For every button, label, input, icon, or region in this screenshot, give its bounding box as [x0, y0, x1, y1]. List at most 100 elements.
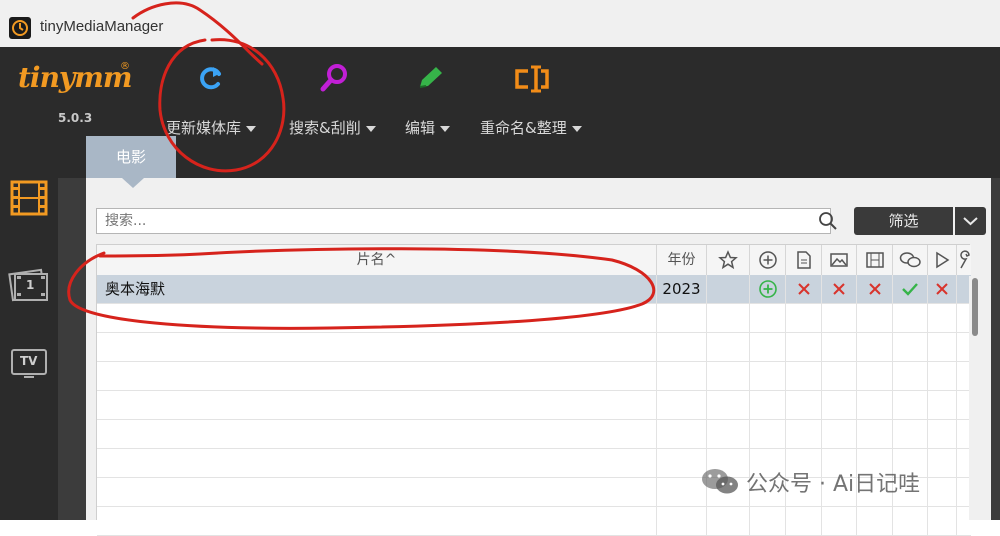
column-subtitles[interactable]	[893, 245, 928, 275]
sidebar-item-movies[interactable]	[8, 178, 50, 218]
cell-flag	[893, 275, 928, 304]
column-rating[interactable]	[707, 245, 750, 275]
column-trailer[interactable]	[857, 245, 893, 275]
cell-empty	[707, 362, 750, 391]
cell-empty	[750, 507, 786, 536]
cell-flag	[707, 275, 750, 304]
cell-empty	[97, 507, 657, 536]
cell-flag	[786, 275, 822, 304]
tinymm-logo: tinymm	[18, 61, 132, 94]
cell-empty	[822, 391, 857, 420]
app-logo-icon	[9, 17, 31, 39]
cell-empty	[657, 391, 707, 420]
rename-organize-button[interactable]: 重命名&整理	[478, 55, 590, 137]
tv-shows-badge: TV	[20, 354, 38, 368]
tab-strip: 电影	[58, 136, 1000, 178]
tab-movies[interactable]: 电影	[86, 136, 176, 178]
cell-empty	[857, 362, 893, 391]
cell-empty	[657, 333, 707, 362]
cell-empty	[97, 449, 657, 478]
chevron-down-icon	[440, 125, 451, 132]
refresh-icon	[200, 67, 221, 90]
content-area: 电影 筛选 片名^ 年份	[58, 136, 1000, 536]
cell-empty	[928, 362, 957, 391]
cell-empty	[928, 304, 957, 333]
search-input[interactable]	[96, 208, 831, 234]
add-circle-icon	[758, 251, 777, 269]
pencil-icon	[419, 67, 442, 88]
cell-empty	[97, 391, 657, 420]
column-year[interactable]: 年份	[657, 245, 707, 275]
table-row[interactable]: 奥本海默 2023	[97, 275, 971, 304]
cell-year: 2023	[657, 275, 707, 304]
search-icon[interactable]	[818, 211, 838, 231]
magnifier-icon	[320, 64, 347, 92]
cell-empty	[893, 507, 928, 536]
cell-empty	[707, 420, 750, 449]
cell-empty	[822, 420, 857, 449]
filter-button[interactable]: 筛选	[854, 207, 953, 235]
cross-icon	[868, 283, 881, 295]
active-tab-indicator	[122, 178, 144, 188]
scrollbar-thumb[interactable]	[972, 278, 978, 336]
cell-empty	[928, 478, 957, 507]
cell-empty	[657, 420, 707, 449]
cell-empty	[97, 362, 657, 391]
cell-empty	[786, 391, 822, 420]
table-row	[97, 391, 971, 420]
table-row	[97, 420, 971, 449]
cell-empty	[750, 362, 786, 391]
rename-icon	[515, 65, 549, 93]
rename-organize-label: 重命名&整理	[480, 119, 567, 137]
cell-empty	[707, 391, 750, 420]
column-nfo[interactable]	[786, 245, 822, 275]
cell-empty	[928, 391, 957, 420]
cell-empty	[857, 391, 893, 420]
cell-empty	[97, 420, 657, 449]
cell-empty	[97, 304, 657, 333]
edit-button[interactable]: 编辑	[402, 55, 458, 137]
edit-label: 编辑	[405, 119, 436, 137]
cell-empty	[786, 304, 822, 333]
sidebar-item-tv-shows[interactable]: TV	[8, 344, 50, 384]
chevron-down-icon	[571, 125, 582, 132]
search-scrape-button[interactable]: 搜索&刮削	[287, 55, 383, 137]
cell-empty	[750, 420, 786, 449]
cell-empty	[822, 362, 857, 391]
cell-empty	[786, 333, 822, 362]
chevron-down-icon	[365, 125, 376, 132]
cell-empty	[97, 478, 657, 507]
update-library-button[interactable]: 更新媒体库	[160, 55, 264, 137]
cell-empty	[822, 304, 857, 333]
cell-empty	[657, 362, 707, 391]
column-new[interactable]	[750, 245, 786, 275]
cell-empty	[857, 333, 893, 362]
cell-empty	[893, 333, 928, 362]
chevron-down-icon	[963, 217, 978, 226]
cell-flag	[928, 275, 957, 304]
vertical-scrollbar[interactable]	[969, 276, 981, 520]
cell-empty	[928, 449, 957, 478]
cell-empty	[928, 507, 957, 536]
cell-flag	[857, 275, 893, 304]
cell-empty	[893, 391, 928, 420]
wrench-icon	[960, 250, 970, 269]
cell-empty	[893, 362, 928, 391]
cell-empty	[657, 304, 707, 333]
sidebar-item-movie-sets[interactable]: 1	[8, 264, 50, 304]
add-circle-icon	[758, 280, 777, 298]
version-label: 5.0.3	[58, 111, 93, 125]
column-settings[interactable]	[957, 245, 971, 275]
cell-empty	[786, 420, 822, 449]
cell-empty	[857, 420, 893, 449]
update-library-label: 更新媒体库	[166, 119, 242, 137]
column-artwork[interactable]	[822, 245, 857, 275]
column-watched[interactable]	[928, 245, 957, 275]
chevron-down-icon	[246, 125, 257, 132]
cell-empty	[750, 304, 786, 333]
search-scrape-label: 搜索&刮削	[289, 119, 361, 137]
wechat-icon	[702, 469, 738, 494]
cell-empty	[857, 304, 893, 333]
column-title[interactable]: 片名^	[97, 245, 657, 275]
filter-dropdown-button[interactable]	[955, 207, 986, 235]
